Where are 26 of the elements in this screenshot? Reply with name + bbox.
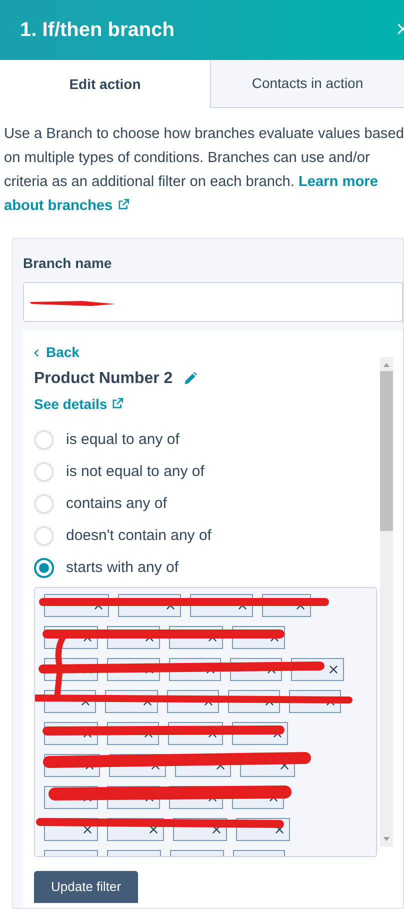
learn-more-link[interactable]: Learn more [298,174,378,190]
operator-option[interactable]: starts with any of [34,557,377,579]
remove-icon[interactable] [329,665,338,674]
field-label: Branch name [23,254,113,273]
update-filter-button[interactable]: Update filter [34,871,138,903]
branch-name-field[interactable] [23,282,403,322]
operator-option[interactable]: is not equal to any of [34,461,377,483]
description-text: Use a Branch to choose how branches evaluate values based on multiple types of conditions. Branches can use and/or criteria as an additional filter on each branch. Learn more about branches [3,125,404,216]
remove-icon[interactable] [149,825,158,834]
property-name: Product Number 2 [34,369,173,389]
external-link-icon [116,198,130,211]
tab[interactable]: Contacts in action [210,60,404,108]
radio-button[interactable] [34,558,54,578]
remove-icon[interactable] [212,825,221,834]
see-details-link[interactable]: See details [34,394,124,415]
operator-option[interactable]: doesn't contain any of [34,525,377,547]
operator-option[interactable]: is equal to any of [34,429,377,451]
operator-option[interactable]: contains any of [34,493,377,515]
external-link-icon [111,397,124,410]
panel-title: 1. If/then branch [20,18,174,43]
pencil-icon[interactable] [182,372,197,386]
chevron-left-icon [34,348,39,356]
remove-icon[interactable] [275,825,284,834]
learn-more-link[interactable]: about branches [4,198,130,214]
remove-icon[interactable] [83,825,92,834]
back-link[interactable]: Back [34,342,403,363]
